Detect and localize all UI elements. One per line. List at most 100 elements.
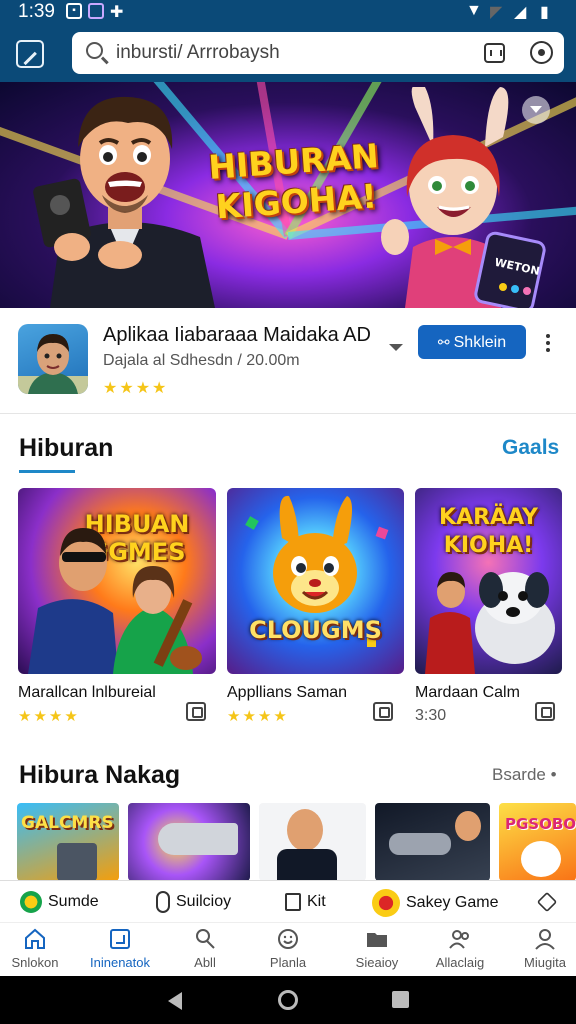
featured-app-row[interactable]: Aplikaa Iiabaraaa Maidaka AD Dajala al S… — [0, 308, 576, 414]
game-card-art — [245, 495, 389, 647]
quick-action-label: Suilcioy — [176, 893, 232, 910]
nav-item[interactable]: Planla — [247, 927, 329, 970]
battery-icon: ▮ — [540, 4, 549, 21]
hero-title: HIBURAN KIGOHA! — [207, 136, 380, 227]
nav-item-home[interactable]: Snlokon — [0, 927, 76, 970]
emoji-icon — [278, 929, 298, 949]
quick-action-item[interactable]: Sakey Game — [372, 889, 499, 917]
section-header: Hiburan Gaals — [0, 414, 576, 474]
game-card-thumbnail[interactable]: KARÄAY KIOHA! — [415, 488, 562, 674]
install-button-label: Shklein — [453, 334, 507, 351]
app-title: Aplikaa Iiabaraaa Maidaka AD — [103, 324, 371, 346]
app-subtitle: Dajala al Sdhesdn / 20.00m — [103, 352, 300, 369]
wifi-off-icon: ◤ — [490, 4, 503, 21]
hero-banner[interactable]: HIBURAN KIGOHA! WETON — [0, 82, 576, 308]
app-rating-stars: ★★★★ — [103, 380, 169, 397]
mini-game-thumb[interactable] — [259, 803, 366, 881]
nav-item[interactable]: Abll — [164, 927, 246, 970]
app-icon[interactable] — [18, 324, 88, 394]
quick-action-item[interactable]: Kit — [285, 889, 326, 915]
plus-icon: ✚ — [110, 4, 124, 21]
nav-item-profile[interactable]: Miugita — [504, 927, 576, 970]
nav-label: Abll — [194, 955, 216, 970]
edit-icon[interactable] — [16, 40, 44, 68]
nav-label: Planla — [269, 955, 307, 970]
game-card-thumbnail[interactable]: CLOUGMS — [227, 488, 404, 674]
nav-item[interactable]: Allaclaig — [419, 927, 501, 970]
search-icon — [86, 42, 103, 59]
quick-action-item[interactable]: Suilcioy — [156, 889, 231, 915]
game-badge-icon — [372, 889, 400, 917]
wifi-icon: ▼ — [466, 2, 482, 19]
chevron-down-icon[interactable] — [522, 96, 550, 124]
game-card-rating: ★★★★ — [18, 708, 80, 725]
nav-item-active[interactable]: Ininenatok — [79, 927, 161, 970]
nav-item[interactable]: Sieaioy — [336, 927, 418, 970]
game-card[interactable]: CLOUGMS Appllians Saman ★★★★ — [227, 488, 404, 725]
more-options-icon[interactable] — [544, 334, 552, 354]
bookmark-icon[interactable] — [186, 702, 206, 721]
mini-game-thumb[interactable]: PGSOBO — [499, 803, 576, 881]
signal-icon: ◢ — [514, 4, 527, 21]
search-input[interactable] — [116, 40, 476, 66]
share-icon: ⚯ — [437, 334, 450, 350]
attachment-icon — [156, 890, 170, 913]
quick-action-label: Sumde — [48, 893, 99, 910]
status-time: 1:39 — [18, 1, 55, 22]
folder-icon — [367, 933, 387, 947]
search-person-icon — [196, 929, 215, 949]
game-card-name: Marallcan lnlbureial — [18, 684, 156, 701]
camera-icon[interactable] — [535, 702, 555, 721]
system-navigation-bar — [0, 976, 576, 1024]
home-circle-icon[interactable] — [278, 990, 298, 1010]
grid-icon[interactable] — [484, 43, 505, 63]
section-see-all-link[interactable]: Bsarde • — [492, 765, 557, 785]
back-icon[interactable] — [168, 992, 182, 1010]
recents-icon[interactable] — [392, 991, 409, 1008]
mini-thumb-art — [287, 809, 323, 851]
quick-action-bar: Sumde Suilcioy Kit Sakey Game — [0, 880, 576, 922]
flower-icon — [20, 890, 42, 913]
game-card-thumb-title: CLOUGMS — [249, 616, 382, 644]
home-icon — [25, 928, 45, 949]
game-card[interactable]: KARÄAY KIOHA! Mardaan Calm 3:30 — [415, 488, 562, 724]
camera-icon[interactable] — [530, 41, 553, 64]
home-outline-icon[interactable] — [536, 889, 562, 915]
nav-label: Snlokon — [11, 955, 59, 970]
mini-game-thumb[interactable] — [128, 803, 250, 881]
mini-game-thumb[interactable] — [375, 803, 490, 881]
mini-thumb-art — [277, 849, 337, 881]
camera-icon[interactable] — [373, 702, 393, 721]
app-notification-icon — [88, 3, 104, 19]
document-icon — [285, 892, 301, 911]
quick-action-item[interactable]: Sumde — [20, 889, 99, 915]
mini-thumb-title: GALCMRS — [21, 813, 114, 833]
mini-thumb-art — [57, 843, 97, 881]
install-button[interactable]: ⚯ Shklein — [418, 325, 526, 359]
people-icon — [449, 930, 469, 949]
nav-label: Ininenatok — [90, 955, 150, 970]
status-bar: 1:39 ▪ ✚ ▼ ◤ ◢ ▮ — [0, 0, 576, 24]
game-card-rating: ★★★★ — [227, 708, 289, 725]
game-card[interactable]: HIBUAN GGMES Marallcan lnlbureial ★★★★ — [18, 488, 216, 725]
mini-thumb-art — [521, 841, 561, 877]
sim-icon: ▪ — [66, 3, 82, 19]
game-card-art — [425, 572, 555, 674]
nav-label: Sieaioy — [355, 955, 399, 970]
section-underline — [19, 470, 75, 473]
chevron-down-icon[interactable] — [389, 344, 403, 351]
section-see-all-link[interactable]: Gaals — [502, 436, 559, 460]
game-card-thumbnail[interactable]: HIBUAN GGMES — [18, 488, 216, 674]
app-header: 1:39 ▪ ✚ ▼ ◤ ◢ ▮ — [0, 0, 576, 82]
mini-thumb-art — [389, 833, 451, 855]
quick-action-label: Sakey Game — [406, 894, 499, 912]
section-title: Hiburan — [19, 434, 114, 462]
section-title: Hibura Nakag — [19, 761, 181, 789]
mini-thumb-art — [158, 823, 238, 855]
mini-thumb-art — [455, 811, 481, 841]
window-icon — [110, 929, 130, 949]
mini-game-thumb[interactable]: GALCMRS — [17, 803, 119, 881]
game-card-art — [28, 528, 202, 674]
person-icon — [535, 929, 555, 950]
search-bar[interactable] — [72, 32, 564, 74]
